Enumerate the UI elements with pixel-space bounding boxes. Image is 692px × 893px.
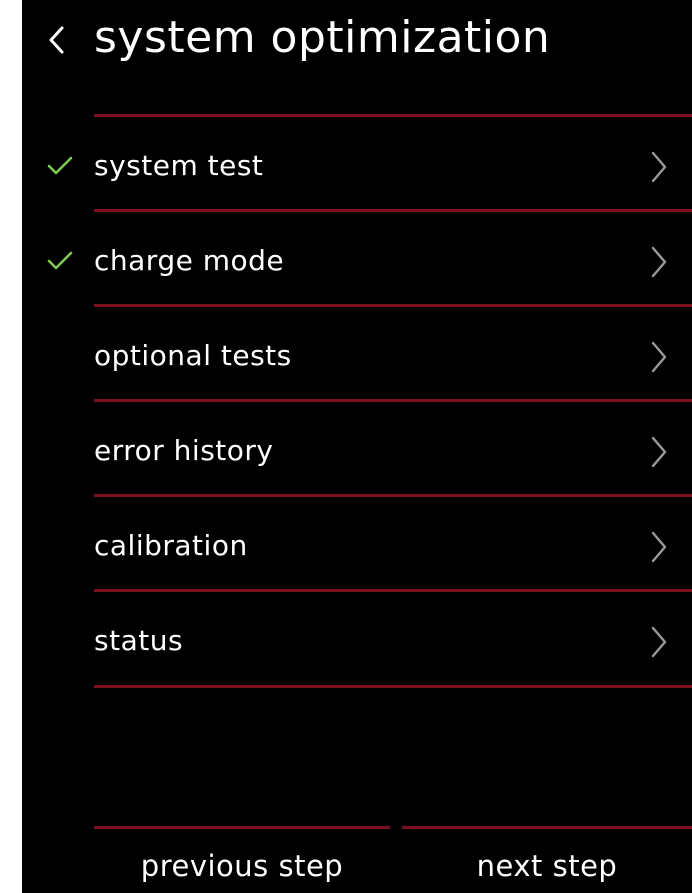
chevron-right-icon [651,341,667,373]
menu-item-label: optional tests [94,339,292,372]
menu-item-label: status [94,624,184,657]
menu-item-label: error history [94,434,274,467]
chevron-right-icon [651,436,667,468]
menu-item-system-test[interactable]: system test [22,117,692,209]
chevron-right-icon [651,626,667,658]
chevron-right-icon [651,151,667,183]
menu-item-status[interactable]: status [22,592,692,684]
menu-item-optional-tests[interactable]: optional tests [22,307,692,399]
menu-item-label: charge mode [94,244,285,277]
back-button[interactable] [42,22,74,58]
screen: system optimization system test charge m… [22,0,692,893]
menu-item-label: calibration [94,529,248,562]
check-icon [47,251,73,270]
previous-step-button[interactable]: previous step [94,844,390,888]
page-title: system optimization [94,12,551,63]
menu-item-label: system test [94,149,264,182]
chevron-right-icon [651,531,667,563]
menu-item-calibration[interactable]: calibration [22,497,692,589]
divider [402,826,692,829]
divider [94,826,390,829]
chevron-left-icon [49,26,64,54]
screen-bezel [0,0,22,893]
header: system optimization [22,0,692,80]
check-icon [47,156,73,175]
menu-item-error-history[interactable]: error history [22,402,692,494]
chevron-right-icon [651,246,667,278]
next-step-button[interactable]: next step [402,844,692,888]
divider [94,685,692,688]
footer-nav: previous step next step [22,824,692,893]
menu-item-charge-mode[interactable]: charge mode [22,212,692,304]
